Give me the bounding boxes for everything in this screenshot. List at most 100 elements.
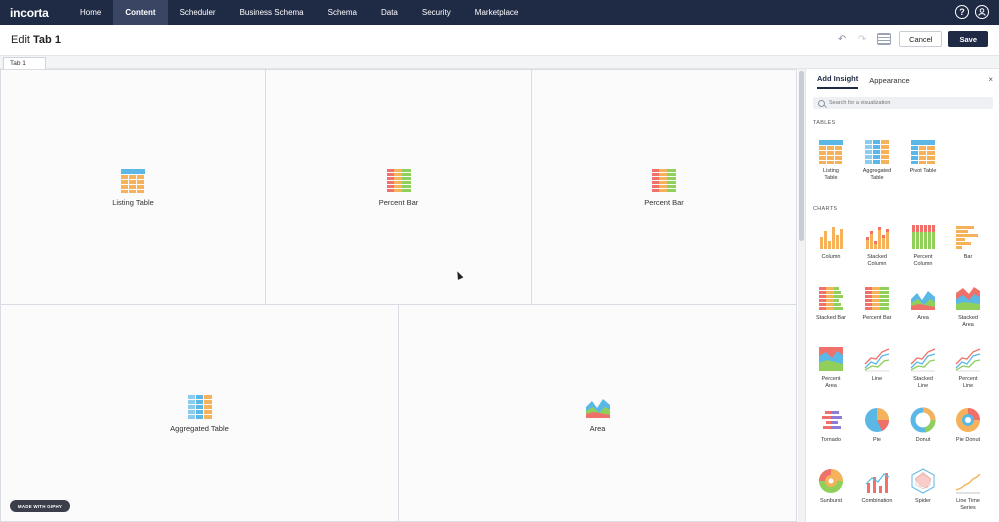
tab-add-insight[interactable]: Add Insight (817, 74, 859, 89)
viz-label: Stacked Bar (816, 315, 846, 321)
viz-stacked-bar[interactable]: Stacked Bar (808, 285, 854, 322)
percent-bar-icon (864, 285, 890, 311)
viz-label: Line (871, 376, 883, 382)
dashboard-canvas: Listing Table Percent Bar Percent Bar Ag… (0, 69, 797, 522)
insight-label: Listing Table (112, 198, 154, 207)
insight-percent-bar-1[interactable]: Percent Bar (265, 69, 532, 305)
tornado-icon (818, 407, 844, 433)
viz-label: Bar (963, 254, 973, 260)
viz-label: Pivot Table (909, 168, 937, 174)
viz-label: Percent Bar (862, 315, 892, 321)
insight-percent-bar-2[interactable]: Percent Bar (531, 69, 797, 305)
viz-label: Spider (915, 498, 931, 504)
stacked-column-icon (864, 224, 890, 250)
help-icon[interactable]: ? (955, 5, 969, 19)
undo-icon[interactable]: ↶ (835, 32, 849, 46)
nav-item-data[interactable]: Data (369, 0, 410, 25)
insight-aggregated-table[interactable]: Aggregated Table (0, 304, 399, 522)
viz-aggregated-table[interactable]: Aggregated Table (854, 138, 900, 182)
viz-stacked-area[interactable]: Stacked Area (945, 285, 991, 329)
viz-spider[interactable]: Spider (900, 468, 946, 505)
scroll-thumb[interactable] (799, 71, 804, 241)
viz-label: Stacked Column (867, 254, 887, 267)
insight-label: Percent Bar (644, 198, 684, 207)
nav-item-schema[interactable]: Schema (316, 0, 369, 25)
insight-area[interactable]: Area (398, 304, 797, 522)
search-icon (818, 99, 825, 107)
viz-pie-donut[interactable]: Pie Donut (945, 407, 991, 444)
viz-stacked-column[interactable]: Stacked Column (854, 224, 900, 268)
nav-item-scheduler[interactable]: Scheduler (168, 0, 228, 25)
filter-list-icon[interactable] (877, 33, 892, 45)
viz-label: Percent Column (913, 254, 933, 267)
save-button[interactable]: Save (948, 31, 988, 47)
canvas-scrollbar[interactable] (798, 69, 805, 522)
stacked-line-icon (910, 346, 936, 372)
listing-table-icon (120, 167, 146, 194)
viz-line-time-series[interactable]: Line Time Series (945, 468, 991, 512)
giphy-badge: MADE WITH GIPHY (10, 500, 70, 512)
line-icon (864, 346, 890, 372)
panel-tabs: Add Insight Appearance (806, 69, 999, 89)
insight-listing-table[interactable]: Listing Table (0, 69, 266, 305)
page-title: Edit Tab 1 (11, 34, 61, 46)
listing-table-icon (818, 138, 844, 165)
viz-percent-column[interactable]: Percent Column (900, 224, 946, 268)
area-icon (585, 393, 611, 419)
viz-percent-line[interactable]: Percent Line (945, 346, 991, 390)
viz-label: Line Time Series (956, 498, 980, 511)
user-icon[interactable] (975, 5, 989, 19)
cancel-button[interactable]: Cancel (899, 31, 943, 47)
tables-heading: TABLES (813, 120, 836, 126)
viz-percent-area[interactable]: Percent Area (808, 346, 854, 390)
viz-listing-table[interactable]: Listing Table (808, 138, 854, 182)
nav-item-security[interactable]: Security (410, 0, 463, 25)
search-input[interactable] (829, 100, 979, 106)
viz-label: Column (821, 254, 841, 260)
nav-item-content[interactable]: Content (113, 0, 168, 25)
line-time-series-icon (955, 468, 981, 494)
viz-stacked-line[interactable]: Stacked Line (900, 346, 946, 390)
nav-right: ? (955, 5, 989, 19)
stacked-bar-icon (818, 285, 844, 311)
viz-sunburst[interactable]: Sunburst (808, 468, 854, 505)
viz-line[interactable]: Line (854, 346, 900, 383)
visualization-search[interactable] (813, 97, 993, 109)
nav-item-home[interactable]: Home (68, 0, 113, 25)
percent-line-icon (955, 346, 981, 372)
viz-area[interactable]: Area (900, 285, 946, 322)
pivot-table-icon (910, 138, 936, 165)
charts-heading: CHARTS (813, 206, 838, 212)
viz-column[interactable]: Column (808, 224, 854, 261)
redo-icon[interactable]: ↷ (855, 32, 869, 46)
viz-label: Donut (915, 437, 931, 443)
page-title-prefix: Edit (11, 34, 30, 46)
nav-item-business-schema[interactable]: Business Schema (228, 0, 316, 25)
aggregated-table-icon (187, 393, 213, 419)
column-icon (818, 224, 844, 250)
viz-label: Listing Table (823, 168, 839, 181)
percent-column-icon (910, 224, 936, 250)
viz-label: Tornado (821, 437, 841, 443)
bar-icon (955, 224, 981, 250)
close-icon[interactable]: × (988, 75, 993, 84)
top-nav: incorta Home Content Scheduler Business Sch… (0, 0, 999, 25)
viz-tornado[interactable]: Tornado (808, 407, 854, 444)
pie-icon (864, 407, 890, 433)
percent-bar-icon (651, 167, 677, 193)
viz-label: Percent Area (821, 376, 841, 389)
nav-item-marketplace[interactable]: Marketplace (463, 0, 531, 25)
viz-label: Stacked Line (913, 376, 933, 389)
viz-donut[interactable]: Donut (900, 407, 946, 444)
viz-combination[interactable]: Combination (854, 468, 900, 505)
viz-percent-bar[interactable]: Percent Bar (854, 285, 900, 322)
header-tools: ↶ ↷ Cancel Save (835, 31, 988, 47)
viz-pivot-table[interactable]: Pivot Table (900, 138, 946, 175)
viz-pie[interactable]: Pie (854, 407, 900, 444)
page-title-name: Tab 1 (33, 34, 61, 46)
viz-bar[interactable]: Bar (945, 224, 991, 261)
area-icon (910, 285, 936, 311)
incorta-logo[interactable]: incorta (10, 6, 68, 20)
tab-appearance[interactable]: Appearance (869, 76, 909, 89)
viz-label: Area (917, 315, 929, 321)
